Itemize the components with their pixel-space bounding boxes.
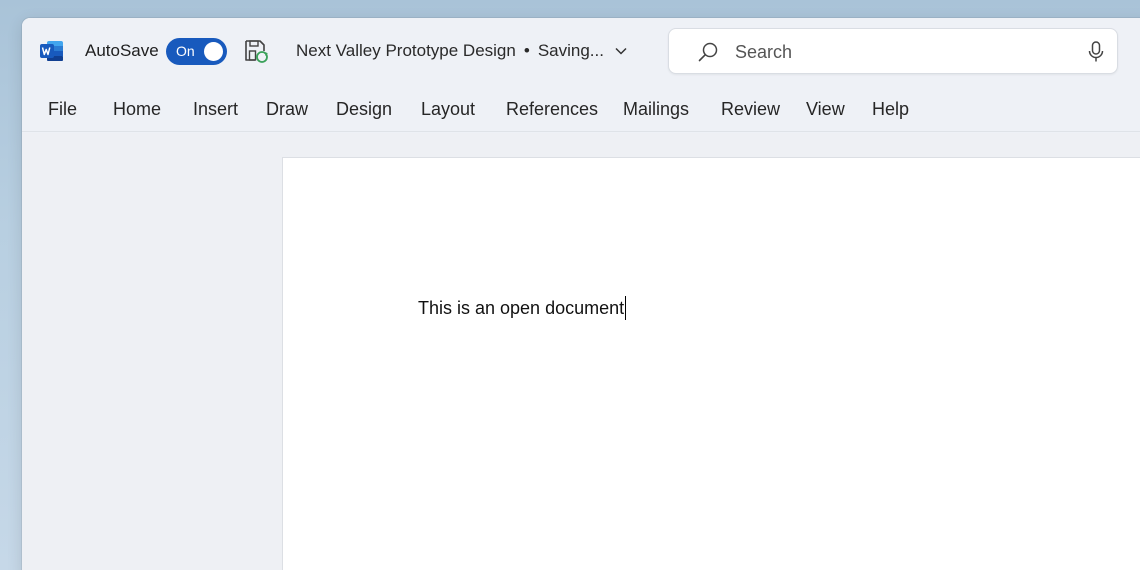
word-window: AutoSave On Next Valley Prototype Design… — [22, 18, 1140, 570]
autosave-toggle[interactable]: On — [166, 38, 227, 65]
tab-draw[interactable]: Draw — [266, 99, 308, 120]
tab-file[interactable]: File — [48, 99, 77, 120]
document-page[interactable]: This is an open document — [282, 157, 1140, 570]
text-cursor — [625, 296, 627, 320]
save-sync-icon[interactable] — [243, 38, 269, 64]
document-title: Next Valley Prototype Design — [296, 41, 516, 60]
chevron-down-icon — [615, 47, 627, 55]
tab-help[interactable]: Help — [872, 99, 909, 120]
search-input[interactable] — [735, 39, 1065, 65]
tab-view[interactable]: View — [806, 99, 845, 120]
document-title-dropdown[interactable]: Next Valley Prototype Design • Saving... — [296, 41, 628, 61]
search-box[interactable] — [668, 28, 1118, 74]
toggle-knob — [204, 42, 223, 61]
document-canvas: This is an open document — [22, 133, 1140, 570]
tab-review[interactable]: Review — [721, 99, 780, 120]
search-icon — [698, 42, 718, 62]
word-icon[interactable] — [40, 40, 64, 62]
ribbon-tabs: File Home Insert Draw Design Layout Refe… — [22, 84, 1140, 132]
autosave-state: On — [176, 43, 195, 59]
tab-design[interactable]: Design — [336, 99, 392, 120]
title-separator: • — [523, 41, 530, 60]
document-body[interactable]: This is an open document — [418, 296, 627, 320]
autosave-label: AutoSave — [85, 41, 159, 60]
tab-layout[interactable]: Layout — [421, 99, 475, 120]
tab-mailings[interactable]: Mailings — [623, 99, 689, 120]
microphone-icon[interactable] — [1087, 41, 1105, 63]
document-text: This is an open document — [418, 297, 625, 318]
tab-insert[interactable]: Insert — [193, 99, 238, 120]
tab-references[interactable]: References — [506, 99, 598, 120]
tab-home[interactable]: Home — [113, 99, 161, 120]
title-bar: AutoSave On Next Valley Prototype Design… — [22, 18, 1140, 84]
save-status: Saving... — [537, 41, 604, 60]
